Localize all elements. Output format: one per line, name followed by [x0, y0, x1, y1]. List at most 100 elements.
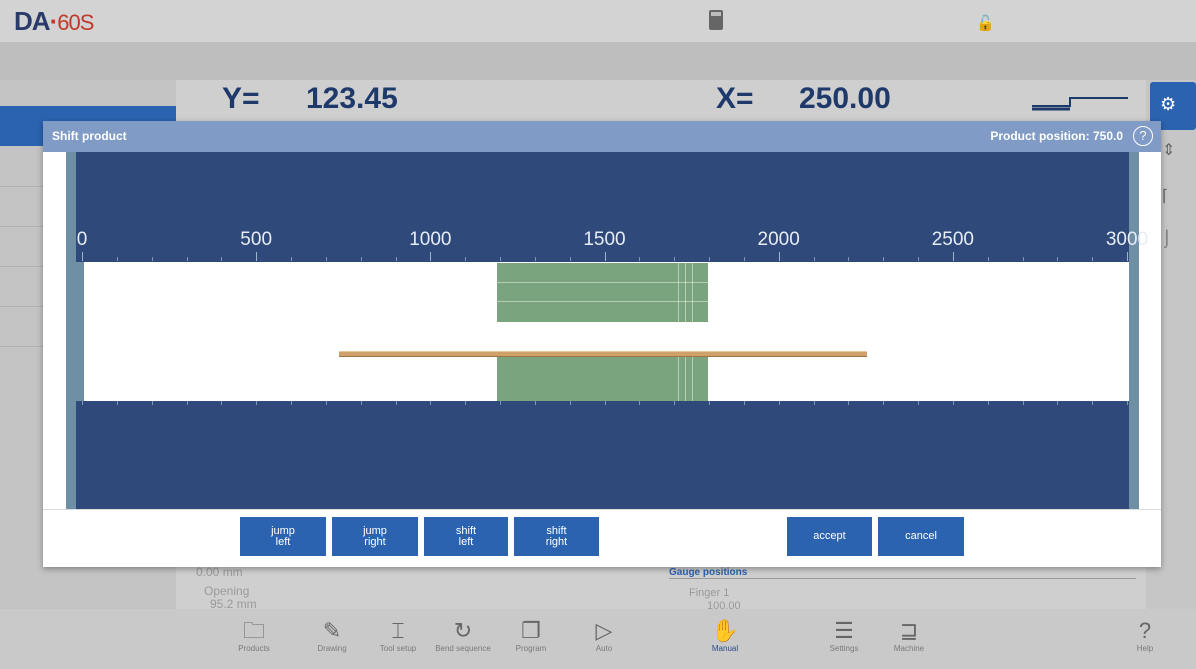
y-axis-label: Y= [222, 82, 260, 115]
scale-tick [116, 257, 118, 261]
lower-scale-tick [465, 401, 467, 405]
shift-right-button[interactable]: shift right [514, 517, 599, 556]
scale-tick [186, 257, 188, 261]
upper-tool-punch [497, 263, 708, 322]
scale-tick [1022, 257, 1024, 261]
scale-label: 500 [240, 229, 273, 250]
nav-label: Drawing [317, 644, 347, 653]
scale-label: 1500 [583, 229, 626, 250]
lower-scale-tick [291, 401, 292, 405]
lower-scale-tick [1057, 401, 1059, 405]
lower-scale-tick [952, 401, 954, 405]
cancel-button[interactable]: cancel [878, 517, 964, 556]
scale-label: 1000 [409, 229, 452, 250]
nav-label: Program [515, 644, 547, 653]
nav-program[interactable]: ❐ Program [501, 609, 561, 669]
dialog-footer-divider [43, 509, 1161, 510]
pencil-square-icon: ✎ [322, 618, 342, 643]
scale-tick [291, 257, 292, 261]
nav-auto[interactable]: ▷ Auto [574, 609, 634, 669]
tool-setup-icon: ⌶ [391, 618, 405, 643]
scale-label: 3000 [1105, 229, 1149, 250]
scale-tick [151, 257, 153, 261]
lower-scale-tick [918, 401, 919, 405]
opening-label: Opening [204, 584, 250, 598]
question-icon: ? [1138, 618, 1152, 643]
nav-products[interactable]: 🗀 Products [224, 609, 284, 669]
nav-label: Bend sequence [435, 644, 491, 653]
lower-beam [76, 401, 1129, 509]
lower-scale-tick [186, 401, 188, 405]
nav-help[interactable]: ? Help [1115, 609, 1175, 669]
step-icon[interactable]: ⌡ [1162, 230, 1172, 248]
gauge-divider [669, 578, 1136, 579]
unlock-icon[interactable]: 🔓 [976, 14, 995, 32]
lower-scale-tick [604, 401, 606, 405]
nav-label: Machine [893, 644, 925, 653]
hand-icon: ✋ [711, 618, 739, 643]
jump-left-button[interactable]: jump left [240, 517, 326, 556]
up-down-icon[interactable]: ⇕ [1162, 140, 1175, 160]
scale-tick [256, 252, 258, 261]
scale-tick [674, 257, 676, 261]
nav-drawing[interactable]: ✎ Drawing [302, 609, 362, 669]
lower-scale-tick [500, 401, 501, 405]
scale-label: 2000 [757, 229, 800, 250]
scale-tick [778, 252, 780, 261]
lower-scale-tick [1022, 401, 1024, 405]
lower-scale-tick [813, 401, 815, 405]
secondary-toolbar [0, 42, 1196, 80]
lower-scale-tick [674, 401, 676, 405]
nav-label: Settings [829, 644, 859, 653]
lower-scale-tick [1127, 401, 1128, 405]
shift-product-dialog: Shift product Product position: 750.0 ? … [43, 121, 1161, 567]
lower-scale-tick [1092, 401, 1094, 405]
lower-scale-tick [848, 401, 850, 405]
scale-tick [430, 252, 432, 261]
lower-scale-tick [534, 401, 536, 405]
scale-tick [1127, 252, 1128, 261]
document-stack-icon: ❐ [521, 618, 541, 643]
scale-tick [987, 257, 989, 261]
scale-tick [360, 257, 362, 261]
bend-sketch-icon [1032, 97, 1128, 111]
product-sheet[interactable] [339, 351, 867, 357]
nav-machine[interactable]: ⊒ Machine [879, 609, 939, 669]
nav-manual[interactable]: ✋ Manual [695, 609, 755, 669]
lower-scale-tick [778, 401, 780, 405]
jump-right-button[interactable]: jump right [332, 517, 418, 556]
help-icon[interactable]: ? [1133, 126, 1153, 146]
scale-tick [848, 257, 850, 261]
calculator-icon[interactable] [709, 10, 723, 30]
lower-scale-tick [743, 401, 745, 405]
scale-tick [883, 257, 885, 261]
lower-scale-tick [360, 401, 362, 405]
shift-left-button[interactable]: shift left [424, 517, 508, 556]
machine-icon: ⊒ [899, 618, 919, 643]
scale-tick [221, 257, 223, 261]
lower-scale-tick [395, 401, 397, 405]
lower-scale-tick [116, 401, 118, 405]
nav-settings[interactable]: ☰ Settings [814, 609, 874, 669]
ghost-value: 0.00 mm [196, 565, 243, 579]
folder-icon: 🗀 [242, 618, 265, 643]
top-header-bar [0, 0, 1196, 42]
scale-tick [395, 257, 397, 261]
nav-tool-setup[interactable]: ⌶ Tool setup [368, 609, 428, 669]
app-logo: DA·60S [14, 6, 94, 36]
lower-tool-die [497, 357, 708, 401]
tool-icon[interactable]: ⌈ [1162, 186, 1168, 206]
finger-label: Finger 1 [689, 587, 730, 599]
scale-tick [743, 257, 745, 261]
accept-button[interactable]: accept [787, 517, 872, 556]
play-icon: ▷ [595, 618, 613, 643]
lower-scale-tick [221, 401, 223, 405]
scale-tick [952, 252, 954, 261]
nav-label: Tool setup [379, 644, 417, 653]
nav-bend-sequence[interactable]: ↻ Bend sequence [433, 609, 493, 669]
scale-tick [1057, 257, 1059, 261]
bend-sequence-icon: ↻ [453, 618, 473, 643]
lower-scale-tick [256, 401, 258, 405]
product-position: Product position: 750.0 [990, 129, 1123, 143]
scale-tick [534, 257, 536, 261]
